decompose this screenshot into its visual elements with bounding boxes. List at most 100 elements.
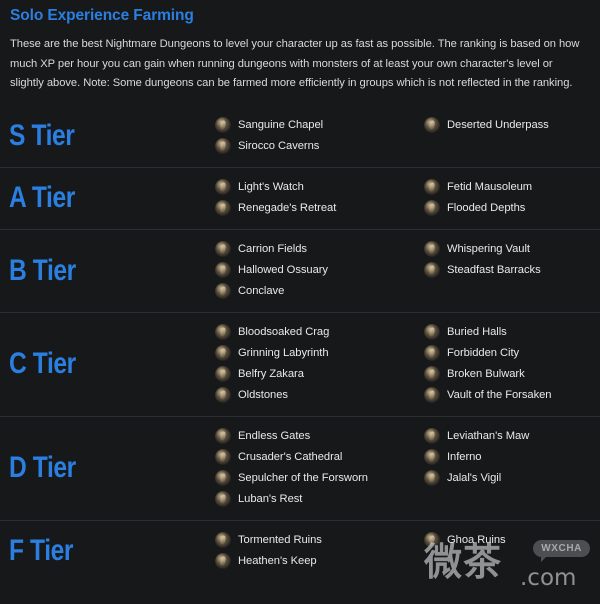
tier-label: F Tier: [9, 534, 74, 567]
dungeon-name: Steadfast Barracks: [447, 264, 541, 276]
dungeon-item[interactable]: Belfry Zakara: [215, 364, 424, 385]
dungeon-sigil-icon: [215, 117, 231, 133]
dungeon-name: Buried Halls: [447, 326, 507, 338]
tier-label: A Tier: [9, 181, 75, 214]
tier-columns: Carrion Fields Hallowed Ossuary Conclave Wh…: [215, 230, 600, 312]
dungeon-name: Belfry Zakara: [238, 368, 304, 380]
tier-row: B Tier Carrion Fields Hallowed Ossuary Conc…: [0, 228, 600, 312]
dungeon-item[interactable]: Flooded Depths: [424, 198, 600, 219]
dungeon-item[interactable]: Buried Halls: [424, 322, 600, 343]
tier-columns: Bloodsoaked Crag Grinning Labyrinth Belfry…: [215, 313, 600, 416]
dungeon-item[interactable]: Forbidden City: [424, 343, 600, 364]
dungeon-name: Broken Bulwark: [447, 368, 525, 380]
tier-column: Endless Gates Crusader's Cathedral Sepulch…: [215, 426, 424, 510]
page-title: Solo Experience Farming: [10, 7, 194, 24]
dungeon-sigil-icon: [424, 345, 440, 361]
intro-paragraph: These are the best Nightmare Dungeons to…: [10, 38, 580, 89]
dungeon-sigil-icon: [215, 283, 231, 299]
dungeon-sigil-icon: [215, 200, 231, 216]
dungeon-sigil-icon: [424, 366, 440, 382]
dungeon-item[interactable]: Light's Watch: [215, 177, 424, 198]
dungeon-item[interactable]: Bloodsoaked Crag: [215, 322, 424, 343]
dungeon-sigil-icon: [424, 532, 440, 548]
tier-row: F Tier Tormented Ruins Heathen's Keep Ghoa …: [0, 519, 600, 582]
dungeon-name: Luban's Rest: [238, 493, 303, 505]
dungeon-sigil-icon: [424, 428, 440, 444]
tier-row: A Tier Light's Watch Renegade's Retreat Fet…: [0, 166, 600, 229]
dungeon-item[interactable]: Sanguine Chapel: [215, 115, 424, 136]
dungeon-name: Light's Watch: [238, 181, 304, 193]
dungeon-sigil-icon: [215, 387, 231, 403]
dungeon-sigil-icon: [424, 324, 440, 340]
dungeon-item[interactable]: Luban's Rest: [215, 489, 424, 510]
dungeon-item[interactable]: Crusader's Cathedral: [215, 447, 424, 468]
dungeon-item[interactable]: Hallowed Ossuary: [215, 260, 424, 281]
dungeon-sigil-icon: [215, 324, 231, 340]
dungeon-item[interactable]: Carrion Fields: [215, 239, 424, 260]
tier-columns: Sanguine Chapel Sirocco Caverns Deserted U…: [215, 106, 600, 167]
dungeon-item[interactable]: Deserted Underpass: [424, 115, 600, 136]
dungeon-sigil-icon: [424, 387, 440, 403]
dungeon-name: Fetid Mausoleum: [447, 181, 533, 193]
dungeon-item[interactable]: Endless Gates: [215, 426, 424, 447]
dungeon-name: Crusader's Cathedral: [238, 451, 343, 463]
dungeon-name: Renegade's Retreat: [238, 202, 337, 214]
dungeon-item[interactable]: Renegade's Retreat: [215, 198, 424, 219]
dungeon-name: Oldstones: [238, 389, 288, 401]
dungeon-item[interactable]: Broken Bulwark: [424, 364, 600, 385]
dungeon-sigil-icon: [424, 179, 440, 195]
dungeon-item[interactable]: Whispering Vault: [424, 239, 600, 260]
dungeon-name: Hallowed Ossuary: [238, 264, 328, 276]
dungeon-sigil-icon: [424, 470, 440, 486]
tier-column: Bloodsoaked Crag Grinning Labyrinth Belfry…: [215, 322, 424, 406]
tier-row: D Tier Endless Gates Crusader's Cathedral S…: [0, 415, 600, 520]
dungeon-sigil-icon: [215, 138, 231, 154]
dungeon-item[interactable]: Sepulcher of the Forsworn: [215, 468, 424, 489]
dungeon-item[interactable]: Steadfast Barracks: [424, 260, 600, 281]
dungeon-sigil-icon: [215, 179, 231, 195]
dungeon-sigil-icon: [424, 117, 440, 133]
dungeon-sigil-icon: [215, 470, 231, 486]
dungeon-sigil-icon: [215, 532, 231, 548]
tier-row: S Tier Sanguine Chapel Sirocco Caverns Dese…: [0, 106, 600, 167]
dungeon-sigil-icon: [424, 200, 440, 216]
dungeon-item[interactable]: Ghoa Ruins: [424, 530, 600, 551]
dungeon-name: Flooded Depths: [447, 202, 526, 214]
dungeon-sigil-icon: [424, 449, 440, 465]
dungeon-sigil-icon: [215, 491, 231, 507]
dungeon-name: Deserted Underpass: [447, 119, 549, 131]
dungeon-item[interactable]: Heathen's Keep: [215, 551, 424, 572]
tier-columns: Light's Watch Renegade's Retreat Fetid Mau…: [215, 168, 600, 229]
dungeon-item[interactable]: Vault of the Forsaken: [424, 385, 600, 406]
dungeon-sigil-icon: [424, 241, 440, 257]
dungeon-sigil-icon: [215, 366, 231, 382]
tier-column: Tormented Ruins Heathen's Keep: [215, 530, 424, 572]
dungeon-item[interactable]: Tormented Ruins: [215, 530, 424, 551]
dungeon-item[interactable]: Inferno: [424, 447, 600, 468]
dungeon-name: Heathen's Keep: [238, 555, 317, 567]
dungeon-item[interactable]: Conclave: [215, 281, 424, 302]
dungeon-item[interactable]: Oldstones: [215, 385, 424, 406]
dungeon-item[interactable]: Sirocco Caverns: [215, 136, 424, 157]
tier-list: S Tier Sanguine Chapel Sirocco Caverns Dese…: [0, 106, 600, 582]
tier-column: Deserted Underpass: [424, 115, 600, 157]
dungeon-item[interactable]: Grinning Labyrinth: [215, 343, 424, 364]
dungeon-name: Ghoa Ruins: [447, 534, 506, 546]
dungeon-name: Inferno: [447, 451, 482, 463]
dungeon-name: Grinning Labyrinth: [238, 347, 329, 359]
dungeon-name: Vault of the Forsaken: [447, 389, 552, 401]
dungeon-item[interactable]: Leviathan's Maw: [424, 426, 600, 447]
dungeon-name: Leviathan's Maw: [447, 430, 530, 442]
dungeon-item[interactable]: Jalal's Vigil: [424, 468, 600, 489]
dungeon-name: Sepulcher of the Forsworn: [238, 472, 368, 484]
tier-label: B Tier: [9, 253, 76, 287]
tier-column: Fetid Mausoleum Flooded Depths: [424, 177, 600, 219]
dungeon-name: Endless Gates: [238, 430, 311, 442]
dungeon-name: Forbidden City: [447, 347, 520, 359]
tier-columns: Endless Gates Crusader's Cathedral Sepulch…: [215, 417, 600, 520]
tier-column: Leviathan's Maw Inferno Jalal's Vigil: [424, 426, 600, 510]
tier-column: Whispering Vault Steadfast Barracks: [424, 239, 600, 302]
dungeon-item[interactable]: Fetid Mausoleum: [424, 177, 600, 198]
solo-experience-farming-page: Solo Experience Farming These are the be…: [0, 0, 600, 604]
tier-column: Carrion Fields Hallowed Ossuary Conclave: [215, 239, 424, 302]
